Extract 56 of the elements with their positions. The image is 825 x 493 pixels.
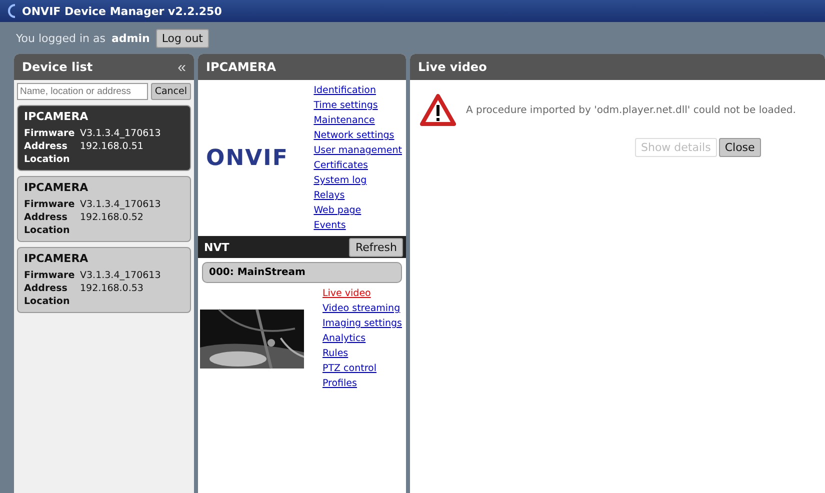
dialog-button[interactable]: Close bbox=[718, 138, 761, 157]
menu-link[interactable]: Network settings bbox=[314, 129, 402, 142]
field-value: 192.168.0.51 bbox=[80, 141, 144, 153]
device-name: IPCAMERA bbox=[24, 252, 90, 265]
menu-link[interactable]: Web page bbox=[314, 204, 402, 217]
field-value: V3.1.3.4_170613 bbox=[80, 270, 162, 282]
login-label: You logged in as bbox=[16, 32, 106, 44]
device-name: IPCAMERA bbox=[24, 110, 90, 123]
field-label: Firmware bbox=[24, 199, 76, 211]
cancel-button[interactable]: Cancel bbox=[150, 83, 191, 100]
menu-link[interactable]: Certificates bbox=[314, 159, 402, 172]
menu-link[interactable]: User management bbox=[314, 144, 402, 157]
menu-link[interactable]: PTZ control bbox=[322, 362, 402, 375]
device-card[interactable]: IPCAMERA Firmware V3.1.3.4_170613 Address 192.168.0.53 Location bbox=[17, 247, 191, 313]
field-value: V3.1.3.4_170613 bbox=[80, 199, 162, 211]
menu-link[interactable]: Maintenance bbox=[314, 114, 402, 127]
menu-link[interactable]: Imaging settings bbox=[322, 317, 402, 330]
panel-title: IPCAMERA bbox=[206, 60, 276, 74]
logout-button[interactable]: Log out bbox=[156, 28, 209, 48]
app-icon bbox=[6, 4, 18, 18]
menu-link[interactable]: Analytics bbox=[322, 332, 402, 345]
logo: ONVIF bbox=[206, 146, 288, 170]
device-name: IPCAMERA bbox=[24, 181, 90, 194]
device-card[interactable]: IPCAMERA Firmware V3.1.3.4_170613 Address 192.168.0.51 Location bbox=[17, 105, 191, 171]
collapse-button[interactable]: « bbox=[178, 58, 186, 76]
field-label: Firmware bbox=[24, 128, 76, 140]
field-value: 192.168.0.52 bbox=[80, 212, 144, 224]
refresh-button[interactable]: Refresh bbox=[349, 238, 403, 256]
panel-title: Device list bbox=[22, 60, 93, 74]
panel-title: Live video bbox=[418, 60, 487, 74]
field-label: Firmware bbox=[24, 270, 76, 282]
menu-link[interactable]: System log bbox=[314, 174, 402, 187]
menu-link[interactable]: Rules bbox=[322, 347, 402, 360]
device-card[interactable]: IPCAMERA Firmware V3.1.3.4_170613 Address 192.168.0.52 Location bbox=[17, 176, 191, 242]
menu-link[interactable]: Identification bbox=[314, 84, 402, 97]
user-name: admin bbox=[111, 32, 150, 44]
field-value: 192.168.0.53 bbox=[80, 283, 144, 295]
field-label: Address bbox=[24, 283, 68, 295]
field-value: V3.1.3.4_170613 bbox=[80, 128, 162, 140]
field-label: Location bbox=[24, 296, 71, 308]
field-label: Address bbox=[24, 212, 68, 224]
search-field[interactable]: Name, location or address bbox=[17, 83, 148, 100]
stream-item[interactable]: 000: MainStream bbox=[202, 262, 402, 283]
section-title: NVT bbox=[204, 240, 230, 254]
menu-link[interactable]: Relays bbox=[314, 189, 402, 202]
menu-link[interactable]: Time settings bbox=[314, 99, 402, 112]
window-title: ONVIF Device Manager v2.2.250 bbox=[22, 4, 222, 18]
menu-link[interactable]: Events bbox=[314, 219, 402, 232]
menu-link[interactable]: Live video bbox=[322, 287, 402, 300]
field-label: Address bbox=[24, 141, 68, 153]
field-label: Location bbox=[24, 225, 71, 237]
warning-icon bbox=[420, 94, 456, 126]
menu-link[interactable]: Profiles bbox=[322, 377, 402, 390]
menu-link[interactable]: Video streaming bbox=[322, 302, 402, 315]
field-label: Location bbox=[24, 154, 71, 166]
error-message: A procedure imported by 'odm.player.net.dll' could not be loaded. bbox=[466, 104, 796, 116]
